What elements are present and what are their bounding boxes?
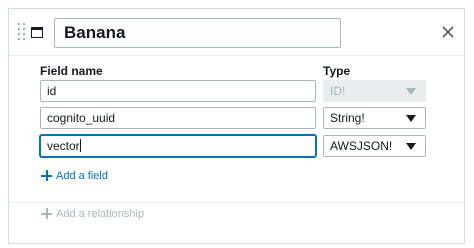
type-select-value: ID!: [330, 84, 346, 98]
model-header: Banana: [9, 9, 464, 56]
add-field-button[interactable]: Add a field: [41, 169, 131, 183]
model-name-input[interactable]: Banana: [54, 18, 341, 48]
type-select-value: AWSJSON!: [330, 139, 393, 153]
divider: [9, 202, 464, 203]
field-name-input-vector[interactable]: vector: [40, 135, 316, 157]
field-name-input-id[interactable]: id: [40, 80, 316, 102]
model-card: Banana Field name Type id ID! cognito_uu…: [8, 8, 465, 244]
plus-icon: [41, 170, 52, 181]
caret-down-icon: [406, 88, 416, 95]
window-icon: [31, 27, 43, 38]
field-name-column-label: Field name: [40, 64, 103, 78]
type-select-value: String!: [330, 111, 365, 125]
field-name-value: vector: [47, 139, 80, 153]
add-relationship-button[interactable]: Add a relationship: [41, 207, 151, 221]
drag-handle-icon[interactable]: [18, 23, 26, 41]
type-select-cognito-uuid[interactable]: String!: [323, 107, 426, 129]
plus-icon: [41, 208, 52, 219]
field-name-input-cognito-uuid[interactable]: cognito_uuid: [40, 107, 316, 129]
caret-down-icon: [406, 115, 416, 122]
add-relationship-label: Add a relationship: [56, 208, 145, 220]
type-select-vector[interactable]: AWSJSON!: [323, 135, 426, 157]
text-cursor: [79, 139, 81, 152]
type-select-id: ID!: [323, 80, 426, 102]
type-column-label: Type: [323, 64, 351, 78]
close-icon[interactable]: [441, 25, 455, 39]
add-field-label: Add a field: [56, 170, 108, 182]
caret-down-icon: [406, 143, 416, 150]
